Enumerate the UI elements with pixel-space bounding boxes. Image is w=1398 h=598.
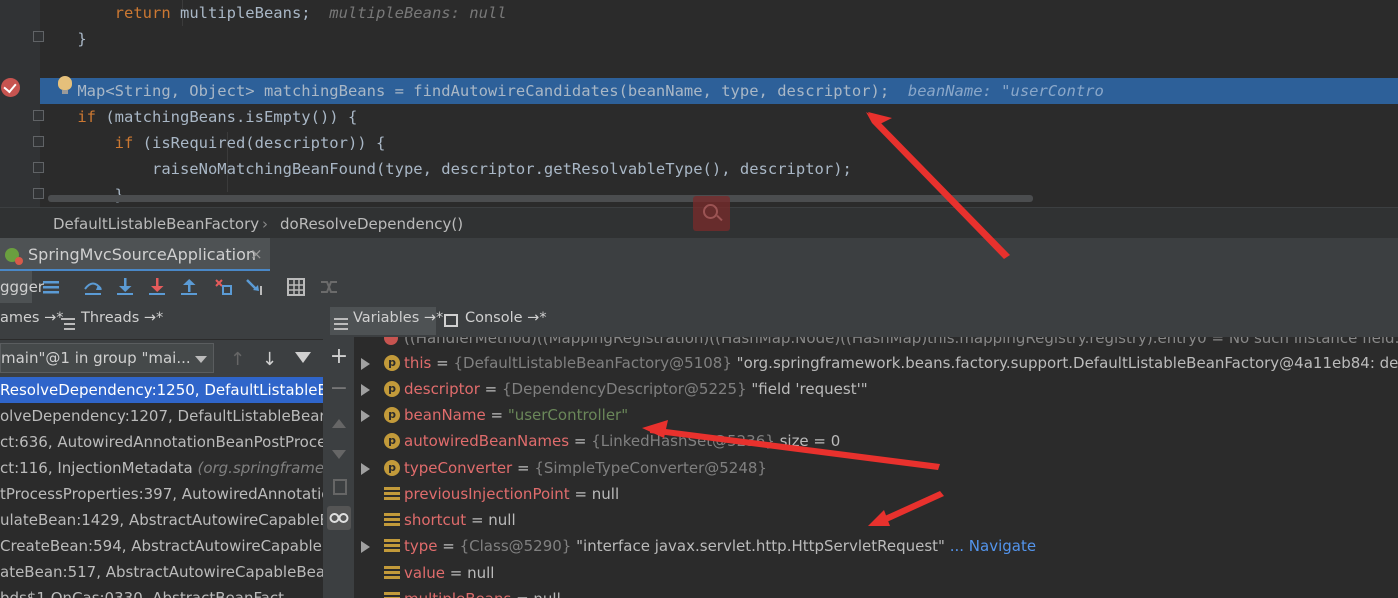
threads-icon (61, 315, 75, 330)
show-watches-icon[interactable] (327, 506, 351, 530)
evaluate-expression-icon[interactable] (285, 276, 307, 298)
tab-threads[interactable]: Threads →* (81, 310, 163, 326)
fold-marker[interactable] (33, 188, 44, 199)
variables-side-toolbar: + − (323, 337, 355, 598)
expand-icon[interactable] (361, 410, 370, 422)
fold-marker[interactable] (33, 136, 44, 147)
error-icon (384, 337, 398, 345)
navigate-link[interactable]: ... Navigate (945, 537, 1036, 555)
breadcrumb-method[interactable]: doResolveDependency() (280, 215, 463, 233)
frame-item[interactable]: ateBean:517, AbstractAutowireCapableBean… (0, 559, 323, 585)
variable-row-previousinjectionpoint[interactable]: previousInjectionPoint = null (355, 481, 1398, 507)
horizontal-scrollbar[interactable] (48, 195, 1033, 202)
code-line-7[interactable]: raiseNoMatchingBeanFound(type, descripto… (40, 156, 1398, 182)
chevron-down-icon (195, 356, 207, 363)
move-down-icon[interactable] (329, 445, 349, 465)
move-up-icon[interactable] (329, 415, 349, 435)
expand-icon[interactable] (361, 384, 370, 396)
variable-row-descriptor[interactable]: p descriptor = {DependencyDescriptor@522… (355, 376, 1398, 402)
search-icon[interactable] (693, 196, 730, 231)
frame-item[interactable]: ct:116, InjectionMetadata (org.springfra… (0, 455, 323, 481)
remove-watch-icon[interactable]: − (329, 378, 349, 400)
variable-row-this[interactable]: p this = {DefaultListableBeanFactory@510… (355, 350, 1398, 376)
list-icon (334, 315, 348, 330)
tab-spring-mvc-source-application[interactable]: SpringMvcSourceApplication × (0, 238, 270, 271)
thread-select-value: main"@1 in group "mai... (1, 349, 191, 367)
arrow-up-icon[interactable]: ↑ (230, 349, 245, 370)
console-icon (444, 314, 458, 327)
run-to-cursor-icon[interactable] (244, 276, 266, 298)
close-icon[interactable]: × (250, 245, 263, 263)
breadcrumb-separator: › (262, 215, 268, 233)
field-icon (384, 487, 400, 501)
arrow-down-icon[interactable]: ↓ (262, 349, 277, 370)
frame-item[interactable]: ct:636, AutowiredAnnotationBeanPostProce (0, 429, 323, 455)
tab-frames[interactable]: ames →* (0, 310, 64, 326)
code-editor[interactable]: return multipleBeans; multipleBeans: nul… (0, 0, 1398, 207)
tab-console[interactable]: Console →* (465, 310, 547, 326)
variables-tabs: Variables →* Console →* (323, 303, 1398, 338)
frame-item[interactable]: CreateBean:594, AbstractAutowireCapableB… (0, 533, 323, 559)
filter-icon[interactable] (295, 352, 311, 363)
fold-marker[interactable] (33, 31, 44, 42)
variable-row-autowiredbeannames[interactable]: p autowiredBeanNames = {LinkedHashSet@52… (355, 428, 1398, 454)
spring-boot-icon (5, 248, 23, 265)
field-icon (384, 513, 400, 527)
variables-tree: ((HandlerMethod)((MappingRegistration)((… (355, 337, 1398, 598)
tab-variables[interactable]: Variables →* (353, 310, 443, 326)
step-out-icon[interactable] (178, 276, 200, 298)
expand-icon[interactable] (361, 541, 370, 553)
parameter-icon: p (384, 433, 400, 449)
code-line-2[interactable]: } (40, 26, 1398, 52)
step-into-icon[interactable] (114, 276, 136, 298)
add-watch-icon[interactable]: + (329, 346, 349, 368)
thread-select[interactable]: main"@1 in group "mai... (0, 343, 214, 373)
variable-row-type[interactable]: type = {Class@5290} "interface javax.ser… (355, 533, 1398, 559)
parameter-icon: p (384, 381, 400, 397)
breadcrumb-class[interactable]: DefaultListableBeanFactory (53, 215, 259, 233)
debug-run-tabs: SpringMvcSourceApplication × (0, 238, 1398, 272)
breakpoint-icon[interactable] (1, 78, 20, 97)
frame-item[interactable]: olveDependency:1207, DefaultListableBean… (0, 403, 323, 429)
frames-panel: ames →* Threads →* main"@1 in group "mai… (0, 303, 323, 598)
variable-row-multiplebeans[interactable]: multipleBeans = null (355, 586, 1398, 598)
debugger-toolbar: ggger (0, 271, 1398, 304)
variable-row-typeconverter[interactable]: p typeConverter = {SimpleTypeConverter@5… (355, 455, 1398, 481)
frames-list: ResolveDependency:1250, DefaultListableB… (0, 377, 323, 598)
run-tab-label: SpringMvcSourceApplication (28, 245, 257, 264)
fold-marker[interactable] (33, 162, 44, 173)
drop-frame-icon[interactable] (212, 276, 234, 298)
parameter-icon: p (384, 407, 400, 423)
parameter-icon: p (384, 355, 400, 371)
parameter-icon: p (384, 460, 400, 476)
lightbulb-icon[interactable] (58, 76, 72, 94)
menu-lines-icon[interactable] (40, 276, 62, 298)
variable-row-value[interactable]: value = null (355, 560, 1398, 586)
step-over-icon[interactable] (82, 276, 104, 298)
fold-marker[interactable] (33, 110, 44, 121)
expand-icon[interactable] (361, 358, 370, 370)
variable-row-partial[interactable]: ((HandlerMethod)((MappingRegistration)((… (355, 337, 1398, 351)
code-line-6[interactable]: if (isRequired(descriptor)) { (40, 130, 1398, 156)
force-step-into-icon[interactable] (146, 276, 168, 298)
frame-item-selected[interactable]: ResolveDependency:1250, DefaultListableB… (0, 377, 323, 403)
field-icon (384, 539, 400, 553)
field-icon (384, 566, 400, 580)
code-line-current-execution[interactable]: Map<String, Object> matchingBeans = find… (40, 78, 1398, 104)
frames-tabs: ames →* Threads →* (0, 303, 323, 340)
expand-icon[interactable] (361, 463, 370, 475)
code-line-5[interactable]: if (matchingBeans.isEmpty()) { (40, 104, 1398, 130)
variable-row-shortcut[interactable]: shortcut = null (355, 507, 1398, 533)
frame-item[interactable]: ulateBean:1429, AbstractAutowireCapableB… (0, 507, 323, 533)
variable-row-beanname[interactable]: p beanName = "userController" (355, 402, 1398, 428)
trace-stream-icon[interactable] (318, 276, 340, 298)
frame-item[interactable]: tProcessProperties:397, AutowiredAnnotat… (0, 481, 323, 507)
frame-item[interactable]: bds$1.OnCas:0330, AbstractBeanFact (0, 585, 323, 598)
copy-icon[interactable] (329, 477, 349, 497)
field-icon (384, 592, 400, 598)
tab-debugger[interactable]: ggger (0, 271, 44, 303)
code-line-1[interactable]: return multipleBeans; multipleBeans: nul… (40, 0, 1398, 26)
